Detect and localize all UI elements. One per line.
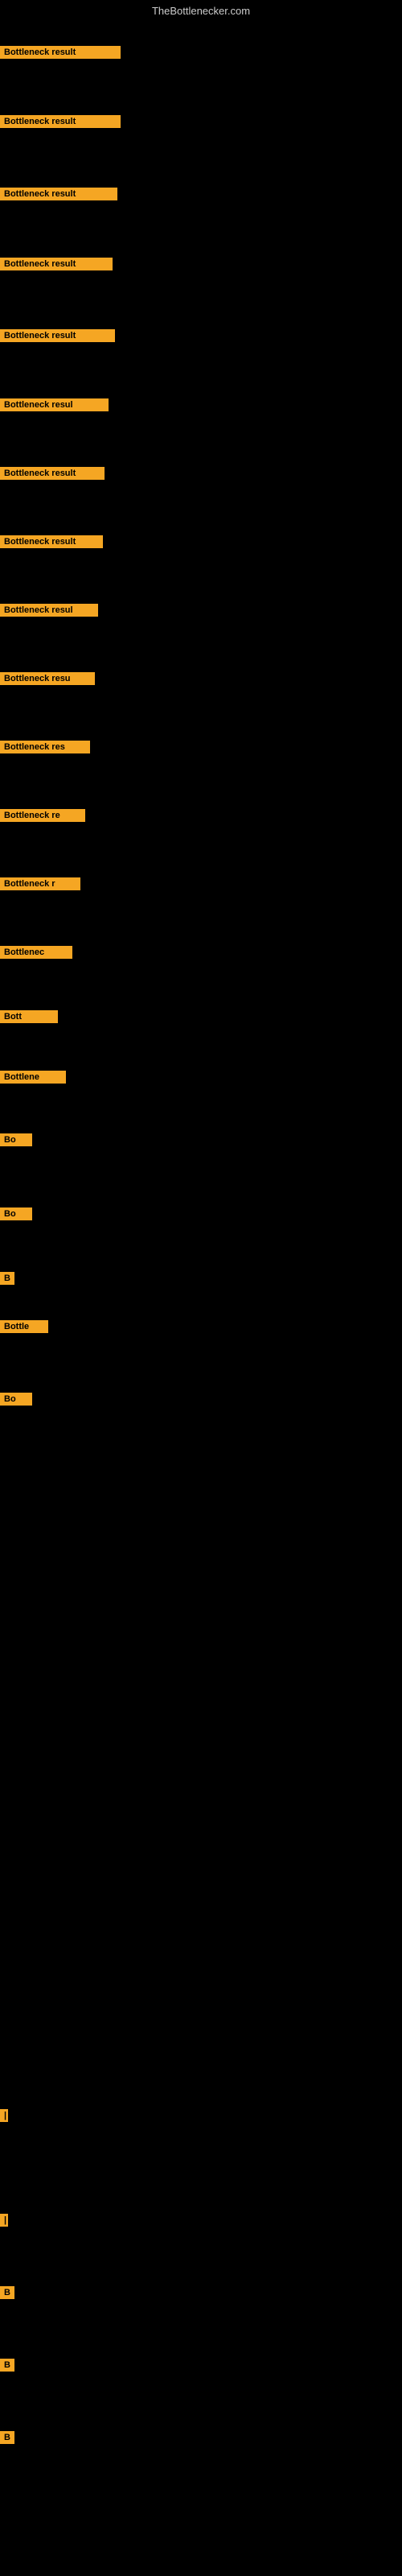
bottleneck-badge: B — [0, 2286, 14, 2299]
bottleneck-badge: Bottleneck result — [0, 535, 103, 548]
bottleneck-badge: Bottleneck result — [0, 467, 105, 480]
bottleneck-badge: Bott — [0, 1010, 58, 1023]
bottleneck-badge: B — [0, 2359, 14, 2372]
bottleneck-badge: Bottleneck r — [0, 877, 80, 890]
bottleneck-badge: Bottleneck resu — [0, 672, 95, 685]
bottleneck-badge: Bottle — [0, 1320, 48, 1333]
bottleneck-badge: Bottleneck result — [0, 115, 121, 128]
bottleneck-badge: B — [0, 2431, 14, 2444]
bottleneck-badge: Bottleneck resul — [0, 398, 109, 411]
bottleneck-badge: | — [0, 2109, 8, 2122]
bottleneck-badge: Bottleneck result — [0, 258, 113, 270]
bottleneck-badge: Bottleneck res — [0, 741, 90, 753]
bottleneck-badge: Bottlenec — [0, 946, 72, 959]
site-title: TheBottlenecker.com — [0, 2, 402, 20]
bottleneck-badge: Bottleneck re — [0, 809, 85, 822]
bottleneck-badge: Bottleneck result — [0, 46, 121, 59]
bottleneck-badge: Bo — [0, 1208, 32, 1220]
bottleneck-badge: | — [0, 2214, 8, 2227]
bottleneck-badge: Bottlene — [0, 1071, 66, 1084]
bottleneck-badge: B — [0, 1272, 14, 1285]
bottleneck-badge: Bottleneck result — [0, 188, 117, 200]
bottleneck-badge: Bottleneck result — [0, 329, 115, 342]
bottleneck-badge: Bo — [0, 1133, 32, 1146]
bottleneck-badge: Bo — [0, 1393, 32, 1406]
bottleneck-badge: Bottleneck resul — [0, 604, 98, 617]
